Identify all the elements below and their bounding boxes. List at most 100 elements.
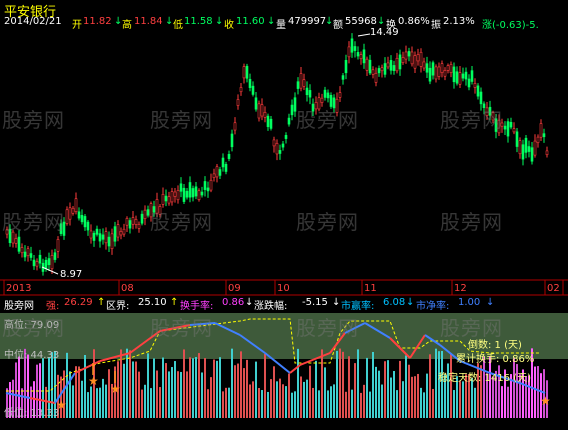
indicator-bar xyxy=(306,379,308,418)
indicator-bar xyxy=(72,385,74,418)
candle xyxy=(485,107,489,116)
indicator-bar xyxy=(210,377,212,418)
indicator-bar xyxy=(96,388,98,418)
candle xyxy=(383,63,387,75)
indicator-bar xyxy=(423,392,425,418)
indicator-bar xyxy=(177,371,179,418)
candle xyxy=(281,143,285,148)
candle xyxy=(113,226,117,242)
indicator-bar xyxy=(165,363,167,418)
indicator-bar xyxy=(339,348,341,418)
candle xyxy=(455,71,459,84)
candle xyxy=(539,123,543,138)
candle xyxy=(545,150,549,156)
indicator-bar xyxy=(138,371,140,418)
low-mark-label: 8.97 xyxy=(60,269,83,280)
indicator-bar xyxy=(219,357,221,418)
candle xyxy=(350,38,354,53)
close-value: 11.60 xyxy=(236,16,265,27)
candle xyxy=(392,65,396,71)
price-chart[interactable] xyxy=(0,0,568,296)
candle xyxy=(386,62,390,68)
candle xyxy=(176,190,180,201)
indicator-bar xyxy=(360,392,362,418)
pe-label: 市赢率: xyxy=(341,301,375,312)
indicator-bar xyxy=(369,391,371,418)
candle xyxy=(467,78,471,88)
volume-label: 量 xyxy=(276,20,286,31)
indicator-bar xyxy=(270,379,272,418)
candle xyxy=(5,229,9,235)
candle xyxy=(419,51,423,67)
candle xyxy=(512,128,516,133)
candle xyxy=(494,118,498,132)
candle xyxy=(503,125,507,130)
indicator-bar xyxy=(327,390,329,418)
candle xyxy=(284,135,288,139)
indicator-bar xyxy=(336,350,338,418)
down-arrow-icon: ↓ xyxy=(267,16,276,27)
indicator-bar xyxy=(429,354,431,418)
indicator-bar xyxy=(309,365,311,418)
candle xyxy=(305,87,309,96)
candle xyxy=(473,83,477,88)
indicator-bar xyxy=(348,356,350,418)
indicator-bar xyxy=(417,373,419,418)
candle xyxy=(20,247,24,254)
indicator-bar xyxy=(471,378,473,418)
candle xyxy=(347,46,351,58)
indicator-bar xyxy=(411,376,413,418)
candle xyxy=(266,115,270,127)
indicator-bar xyxy=(303,381,305,418)
candle xyxy=(206,187,210,192)
candle xyxy=(143,209,147,219)
indicator-bar xyxy=(150,388,152,418)
candle xyxy=(491,112,495,121)
candle xyxy=(299,73,303,89)
candle xyxy=(326,92,330,99)
candle xyxy=(428,67,432,82)
indicator-bar xyxy=(225,387,227,418)
indicator-bar xyxy=(105,384,107,418)
candle xyxy=(311,103,315,112)
reverse-days-label: 倒数: 1 (天) xyxy=(468,340,522,351)
indicator-bar xyxy=(285,386,287,418)
high-value: 11.84 xyxy=(134,16,163,27)
candle xyxy=(449,64,453,74)
candle xyxy=(185,190,189,198)
candle xyxy=(365,58,369,71)
strong-label: 强: xyxy=(46,301,60,312)
indicator-name: 股旁网 xyxy=(4,301,34,312)
indicator-bar xyxy=(90,386,92,418)
indicator-bar xyxy=(201,372,203,418)
xaxis-2013: 2013 xyxy=(6,283,32,294)
candle xyxy=(161,194,165,205)
low-label: 低 xyxy=(173,20,183,31)
candle xyxy=(119,231,123,236)
candle xyxy=(44,259,48,269)
indicator-bar xyxy=(147,353,149,418)
indicator-bar xyxy=(459,381,461,418)
candle xyxy=(62,221,66,236)
indicator-bar xyxy=(195,357,197,418)
indicator-bar xyxy=(414,376,416,418)
candle xyxy=(272,139,276,147)
candle xyxy=(140,213,144,224)
candle xyxy=(446,65,450,71)
xaxis-02: 02 xyxy=(547,283,560,294)
candle xyxy=(506,121,510,137)
candle xyxy=(401,57,405,64)
candle xyxy=(83,216,87,228)
candle xyxy=(95,228,99,235)
xaxis-09: 09 xyxy=(228,283,241,294)
candle xyxy=(218,169,222,176)
indicator-bar xyxy=(255,361,257,418)
indicator-bar xyxy=(180,371,182,418)
down-arrow-icon: ↓ xyxy=(245,297,254,308)
indicator-bar xyxy=(78,366,80,418)
low-level-label: 低位: 13.33 xyxy=(4,408,60,419)
candle xyxy=(356,52,360,57)
candle xyxy=(194,186,198,197)
candle xyxy=(53,252,57,260)
candle xyxy=(263,112,267,118)
